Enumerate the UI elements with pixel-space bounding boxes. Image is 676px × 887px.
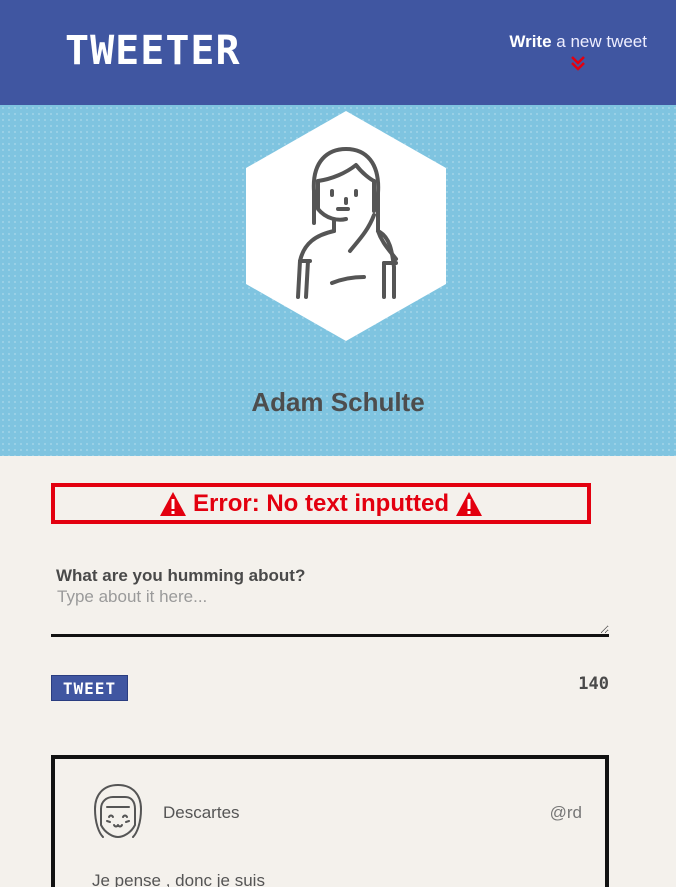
top-nav: TWEETER Write a new tweet [0,0,676,105]
error-message: Error: No text inputted [193,489,449,517]
warning-triangle-icon [160,491,186,516]
warning-triangle-icon [456,491,482,516]
app-logo[interactable]: TWEETER [65,28,241,74]
compose-question-label: What are you humming about? [56,566,306,585]
woman-avatar-icon [246,111,446,341]
error-banner: Error: No text inputted [51,483,591,524]
tweet-body: Je pense , donc je suis [92,871,265,887]
girl-avatar-icon [94,784,142,838]
double-chevron-down-icon [571,56,586,71]
tweet-submit-button[interactable]: TWEET [51,675,128,701]
profile-header: Adam Schulte [0,105,676,456]
tweet-author-handle: @rd [549,803,582,822]
profile-name: Adam Schulte [251,387,425,417]
compose-label-rest: a new tweet [551,32,647,51]
compose-label-bold: Write [509,32,552,51]
character-counter: 140 [578,674,609,694]
tweet-author-name: Descartes [163,803,240,822]
write-new-tweet-toggle[interactable]: Write a new tweet [509,32,647,72]
tweet-text-input[interactable] [51,587,609,637]
tweet-card: Descartes @rd Je pense , donc je suis [51,755,609,887]
